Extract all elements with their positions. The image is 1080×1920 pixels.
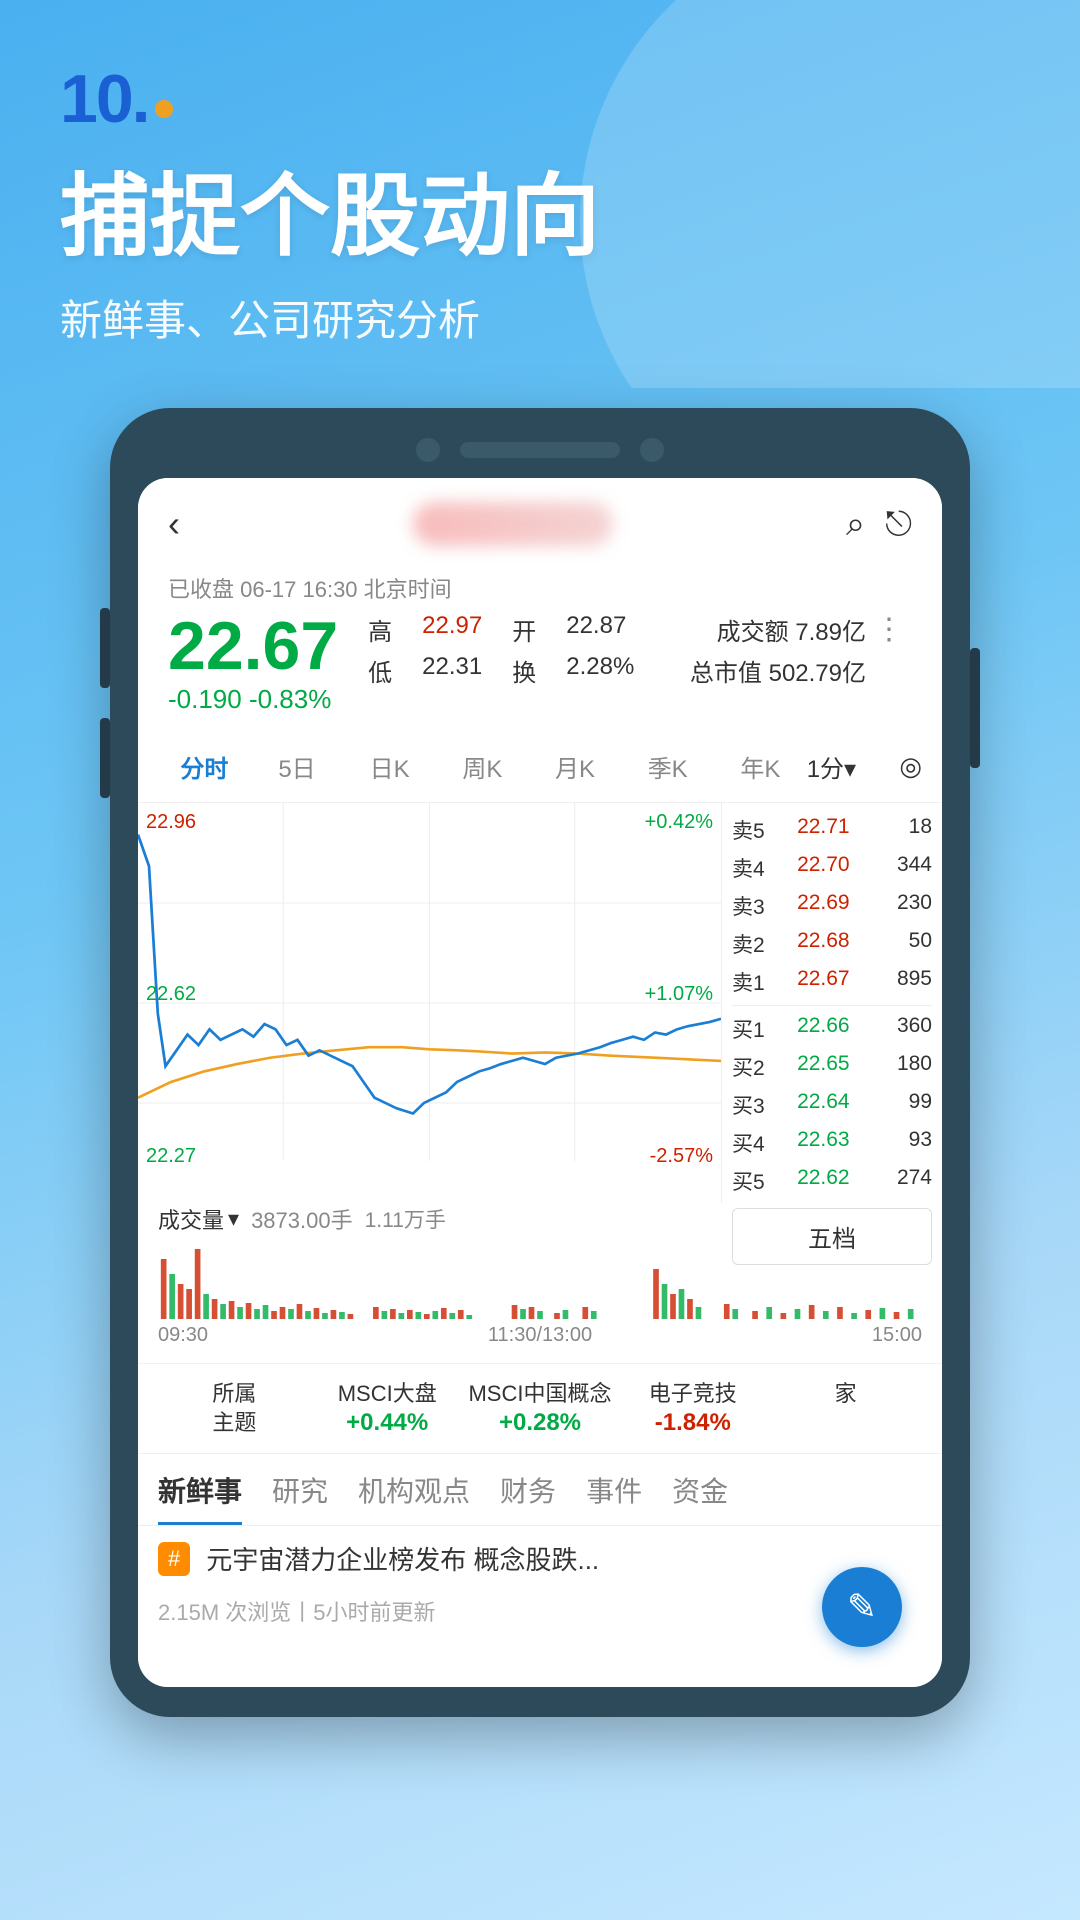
chart-pct-top: +0.42%	[645, 811, 713, 834]
side-btn-volume-down	[100, 718, 110, 798]
stock-info: 已收盘 06-17 16:30 北京时间 22.67 -0.190 -0.83%…	[138, 562, 942, 731]
volume-chart-svg: /* volume bars generated below */	[158, 1239, 922, 1319]
back-button[interactable]: ‹	[168, 503, 180, 545]
ob-sell4: 卖4 22.70 344	[732, 849, 932, 887]
tab-yeark[interactable]: 年K	[714, 743, 807, 790]
chart-pct-mid: +1.07%	[645, 983, 713, 1006]
high-val: 22.97	[422, 612, 482, 647]
chart-mid-price: 22.62	[146, 983, 196, 1006]
volume-sub: 1.11万手	[365, 1204, 446, 1234]
news-title: 元宇宙潜力企业榜发布 概念股跌...	[206, 1542, 922, 1578]
tab-institution[interactable]: 机构观点	[358, 1470, 470, 1525]
more-button[interactable]: ⋮	[866, 612, 912, 647]
ob-buy1: 买1 22.66 360	[732, 1010, 932, 1048]
header-icons: ⌕ ⎋	[846, 505, 912, 544]
chart-pct-bottom: -2.57%	[650, 1145, 713, 1168]
ob-divider	[732, 1005, 932, 1006]
tab-news[interactable]: 新鲜事	[158, 1470, 242, 1525]
market-status: 已收盘 06-17 16:30 北京时间	[168, 572, 912, 604]
banner-subtitle: 新鲜事、公司研究分析	[60, 287, 1020, 348]
share-icon[interactable]: ⎋	[885, 505, 912, 544]
phone-wrapper: ‹ ⌕ ⎋ 已收盘 06-17 16:30 北京时间 22.67 -0.190 …	[0, 408, 1080, 1717]
speaker	[460, 442, 620, 458]
theme-msci-large[interactable]: MSCI大盘 +0.44%	[311, 1380, 464, 1437]
tab-seasonk[interactable]: 季K	[621, 743, 714, 790]
ob-sell1: 卖1 22.67 895	[732, 963, 932, 1001]
chart-low-price: 22.27	[146, 1145, 196, 1168]
theme-category[interactable]: 所属主题	[158, 1380, 311, 1437]
high-label: 高	[368, 612, 392, 647]
low-val: 22.31	[422, 653, 482, 688]
volume-summary: 成交额 7.89亿	[717, 612, 866, 647]
theme-msci-china[interactable]: MSCI中国概念 +0.28%	[464, 1380, 617, 1437]
tab-finance[interactable]: 财务	[500, 1470, 556, 1525]
price-chart-svg	[138, 803, 721, 1203]
turnover-label: 换	[512, 653, 536, 688]
tab-weekk[interactable]: 周K	[436, 743, 529, 790]
open-label: 开	[512, 612, 536, 647]
stock-change: -0.190 -0.83%	[168, 684, 338, 715]
tab-funds[interactable]: 资金	[672, 1470, 728, 1525]
screen: ‹ ⌕ ⎋ 已收盘 06-17 16:30 北京时间 22.67 -0.190 …	[138, 478, 942, 1687]
order-book: 卖5 22.71 18 卖4 22.70 344 卖3 22.69 230	[722, 803, 942, 1203]
fab-write-button[interactable]: ✎	[822, 1567, 902, 1647]
detail-row-1: 高 22.97 开 22.87	[368, 612, 690, 647]
detail-row-2: 低 22.31 换 2.28%	[368, 653, 690, 688]
themes-row: 所属主题 MSCI大盘 +0.44% MSCI中国概念 +0.28% 电子竞技 …	[138, 1364, 942, 1454]
mktcap-summary: 总市值 502.79亿	[690, 653, 866, 688]
turnover-val: 2.28%	[566, 653, 634, 688]
stock-name-blurred	[413, 502, 613, 546]
stock-summary: 成交额 7.89亿 总市值 502.79亿	[690, 612, 866, 688]
ob-sell3: 卖3 22.69 230	[732, 887, 932, 925]
search-icon[interactable]: ⌕	[846, 505, 865, 544]
ob-buy5: 买5 22.62 274	[732, 1162, 932, 1200]
theme-home[interactable]: 家	[769, 1380, 922, 1437]
news-tag: #	[158, 1542, 190, 1576]
tab-monthk[interactable]: 月K	[529, 743, 622, 790]
open-val: 22.87	[566, 612, 626, 647]
phone-frame: ‹ ⌕ ⎋ 已收盘 06-17 16:30 北京时间 22.67 -0.190 …	[110, 408, 970, 1717]
stock-details: 高 22.97 开 22.87 低 22.31 换 2.28%	[338, 612, 690, 688]
volume-value: 3873.00手	[251, 1203, 353, 1235]
tab-events[interactable]: 事件	[586, 1470, 642, 1525]
chart-high-price: 22.96	[146, 811, 196, 834]
chart-container: 22.96 22.62 22.27 +0.42% +1.07% -2.57%	[138, 803, 942, 1203]
ob-sell2: 卖2 22.68 50	[732, 925, 932, 963]
ob-buy4: 买4 22.63 93	[732, 1124, 932, 1162]
banner: 10. 捕捉个股动向 新鲜事、公司研究分析	[0, 0, 1080, 388]
app-header: ‹ ⌕ ⎋	[138, 478, 942, 562]
target-icon[interactable]: ◎	[899, 751, 922, 782]
time-start: 09:30	[158, 1324, 208, 1347]
side-btn-volume-up	[100, 608, 110, 688]
time-axis: 09:30 11:30/13:00 15:00	[158, 1324, 922, 1353]
time-mid: 11:30/13:00	[488, 1324, 592, 1347]
chart-tabs: 分时 5日 日K 周K 月K 季K 年K 1分▾ ◎	[138, 731, 942, 803]
side-btn-power	[970, 648, 980, 768]
tab-research[interactable]: 研究	[272, 1470, 328, 1525]
news-item[interactable]: # 元宇宙潜力企业榜发布 概念股跌...	[138, 1526, 942, 1594]
low-label: 低	[368, 653, 392, 688]
phone-notch	[138, 438, 942, 462]
logo-text: 10.	[60, 60, 149, 138]
write-icon: ✎	[847, 1586, 877, 1628]
price-chart: 22.96 22.62 22.27 +0.42% +1.07% -2.57%	[138, 803, 722, 1203]
tab-dayk[interactable]: 日K	[343, 743, 436, 790]
ob-sell5: 卖5 22.71 18	[732, 811, 932, 849]
stock-price-row: 22.67 -0.190 -0.83% 高 22.97 开 22.87 低 22…	[168, 612, 912, 715]
front-camera	[416, 438, 440, 462]
theme-esports[interactable]: 电子竞技 -1.84%	[616, 1380, 769, 1437]
ob-buy2: 买2 22.65 180	[732, 1048, 932, 1086]
logo-dot	[155, 100, 173, 118]
tab-1min[interactable]: 1分▾	[807, 743, 900, 790]
time-end: 15:00	[872, 1324, 922, 1347]
stock-price-main: 22.67 -0.190 -0.83%	[168, 612, 338, 715]
tab-5day[interactable]: 5日	[251, 743, 344, 790]
sensor	[640, 438, 664, 462]
stock-price: 22.67	[168, 612, 338, 680]
news-tabs: 新鲜事 研究 机构观点 财务 事件 资金	[138, 1454, 942, 1526]
ob-buy3: 买3 22.64 99	[732, 1086, 932, 1124]
volume-label[interactable]: 成交量▾	[158, 1203, 239, 1235]
tab-fenshi[interactable]: 分时	[158, 743, 251, 790]
